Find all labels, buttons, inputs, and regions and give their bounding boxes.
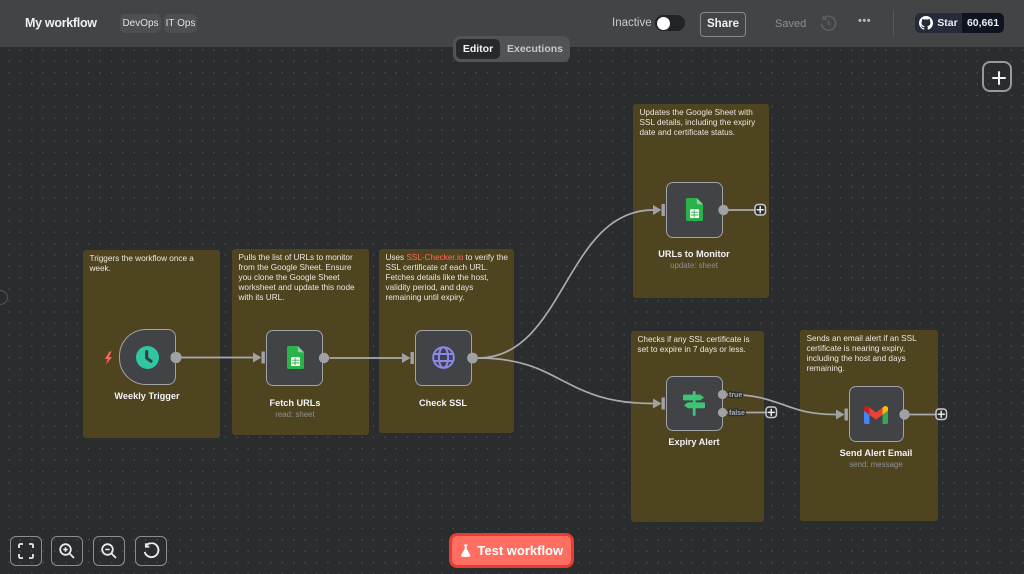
svg-text:true: true (729, 392, 742, 399)
svg-text:false: false (729, 410, 745, 417)
